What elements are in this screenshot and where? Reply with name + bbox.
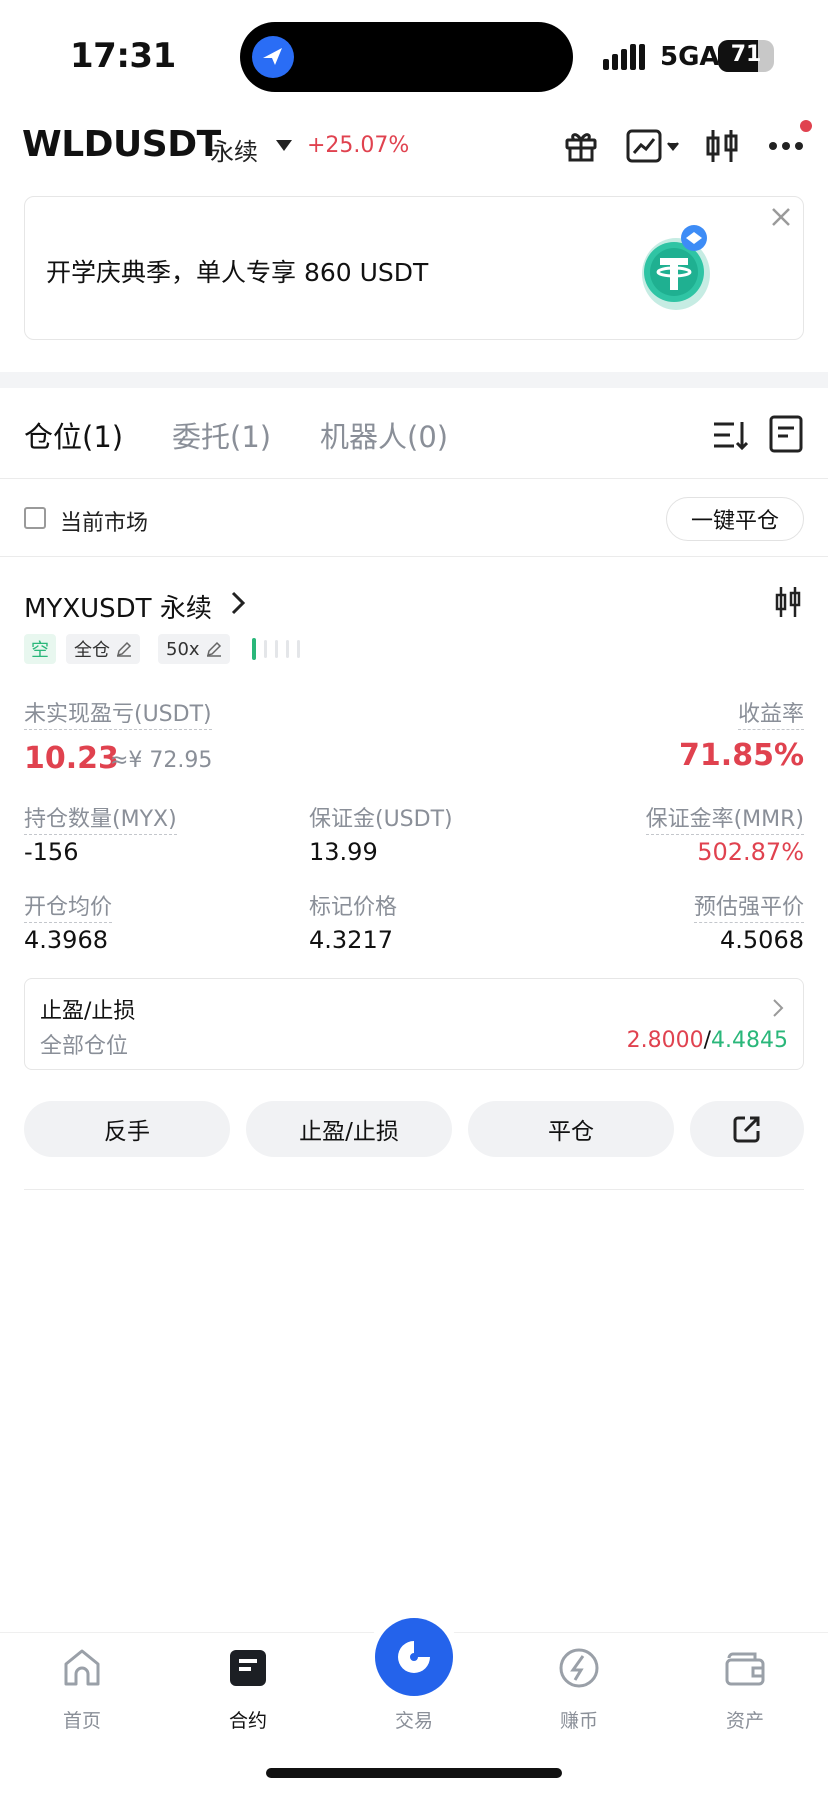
battery-icon: 71 xyxy=(718,40,774,72)
nav-assets[interactable]: 资产 xyxy=(685,1644,805,1733)
candlestick-icon[interactable] xyxy=(774,586,802,618)
yield-value: 71.85% xyxy=(679,738,804,773)
trade-button[interactable] xyxy=(375,1618,453,1696)
margin-mode-badge[interactable]: 全仓 xyxy=(66,634,140,664)
nav-home[interactable]: 首页 xyxy=(22,1644,142,1733)
risk-bar xyxy=(297,640,300,658)
notification-dot xyxy=(800,120,812,132)
position-qty-label[interactable]: 持仓数量(MYX) xyxy=(24,801,177,835)
risk-bar xyxy=(275,640,278,658)
nav-home-label: 首页 xyxy=(62,1710,101,1732)
divider xyxy=(0,556,828,557)
tpsl-scope: 全部仓位 xyxy=(40,1034,129,1059)
mmr-label[interactable]: 保证金率(MMR) xyxy=(645,801,804,835)
nav-futures-label: 合约 xyxy=(228,1710,267,1732)
sort-icon[interactable] xyxy=(712,418,748,452)
chart-trend-icon[interactable] xyxy=(624,124,684,168)
liquidation-price-label[interactable]: 预估强平价 xyxy=(693,889,804,923)
unrealized-pnl-value: 10.23 xyxy=(24,741,119,776)
tpsl-button[interactable]: 止盈/止损 xyxy=(246,1101,452,1157)
battery-percent: 71 xyxy=(730,42,762,67)
risk-level-indicator xyxy=(252,638,300,660)
divider xyxy=(24,1189,804,1190)
position-symbol[interactable]: MYXUSDT 永续 xyxy=(24,588,212,625)
home-icon xyxy=(64,1649,100,1686)
earn-icon xyxy=(559,1648,599,1688)
contract-type[interactable]: 永续 xyxy=(210,132,258,167)
current-market-label[interactable]: 当前市场 xyxy=(60,505,148,537)
app-bird-icon xyxy=(252,36,294,78)
nav-futures[interactable]: 合约 xyxy=(188,1644,308,1733)
gift-icon[interactable] xyxy=(561,124,601,168)
pair-name[interactable]: WLDUSDT xyxy=(22,124,221,165)
tether-coin-icon xyxy=(642,225,710,310)
wallet-icon xyxy=(725,1652,765,1686)
promo-banner-text[interactable]: 开学庆典季，单人专享 860 USDT xyxy=(46,253,428,289)
reverse-button[interactable]: 反手 xyxy=(24,1101,230,1157)
mark-price-label: 标记价格 xyxy=(309,895,398,920)
trade-icon xyxy=(398,1641,430,1673)
tpsl-summary-card[interactable] xyxy=(24,978,804,1070)
tab-bots[interactable]: 机器人(0) xyxy=(320,414,448,456)
share-icon xyxy=(733,1116,760,1143)
nav-trade-label[interactable]: 交易 xyxy=(354,1706,474,1733)
more-icon[interactable] xyxy=(766,124,806,168)
tab-positions[interactable]: 仓位(1) xyxy=(24,414,123,456)
take-profit-price: 2.8000 xyxy=(626,1028,704,1053)
mark-price-value: 4.3217 xyxy=(309,926,393,954)
risk-bar xyxy=(264,640,267,658)
risk-bar xyxy=(252,638,256,660)
close-all-button[interactable]: 一键平仓 xyxy=(666,497,804,541)
leverage-label: 50x xyxy=(166,638,200,660)
margin-label: 保证金(USDT) xyxy=(309,807,453,832)
chevron-right-icon[interactable] xyxy=(772,998,784,1018)
nav-earn-label: 赚币 xyxy=(559,1710,598,1732)
cellular-signal-icon xyxy=(603,44,645,70)
tpsl-separator: / xyxy=(703,1028,712,1053)
close-icon[interactable] xyxy=(770,206,792,228)
close-position-button[interactable]: 平仓 xyxy=(468,1101,674,1157)
tpsl-title: 止盈/止损 xyxy=(40,999,136,1024)
share-button[interactable] xyxy=(690,1101,804,1157)
risk-bar xyxy=(286,640,289,658)
home-indicator xyxy=(266,1768,562,1778)
network-type: 5GA xyxy=(660,42,720,72)
status-time: 17:31 xyxy=(70,36,176,76)
leverage-badge[interactable]: 50x xyxy=(158,634,230,664)
edit-icon xyxy=(116,641,132,657)
futures-icon xyxy=(230,1650,266,1686)
margin-value: 13.99 xyxy=(309,838,378,866)
entry-price-label[interactable]: 开仓均价 xyxy=(24,889,113,923)
margin-mode-label: 全仓 xyxy=(74,640,110,661)
stop-loss-price: 4.4845 xyxy=(711,1028,788,1053)
tab-orders[interactable]: 委托(1) xyxy=(172,414,271,456)
section-divider xyxy=(0,372,828,388)
caret-down-icon[interactable] xyxy=(276,140,292,151)
price-change: +25.07% xyxy=(307,133,410,158)
position-qty-value: -156 xyxy=(24,838,79,866)
history-document-icon[interactable] xyxy=(768,414,804,454)
mmr-value: 502.87% xyxy=(697,838,804,866)
yield-label[interactable]: 收益率 xyxy=(737,696,804,730)
nav-earn[interactable]: 赚币 xyxy=(519,1644,639,1733)
entry-price-value: 4.3968 xyxy=(24,926,108,954)
liquidation-price-value: 4.5068 xyxy=(720,926,804,954)
current-market-checkbox[interactable] xyxy=(24,507,46,529)
side-badge: 空 xyxy=(24,634,56,664)
tpsl-values: 2.8000/4.4845 xyxy=(627,1028,788,1053)
divider xyxy=(0,478,828,479)
unrealized-pnl-label[interactable]: 未实现盈亏(USDT) xyxy=(24,696,212,730)
nav-assets-label: 资产 xyxy=(725,1710,764,1732)
edit-icon xyxy=(206,641,221,657)
chevron-right-icon[interactable] xyxy=(230,590,246,616)
candlestick-icon[interactable] xyxy=(704,124,740,168)
unrealized-pnl-cny: ≈¥ 72.95 xyxy=(110,748,213,773)
